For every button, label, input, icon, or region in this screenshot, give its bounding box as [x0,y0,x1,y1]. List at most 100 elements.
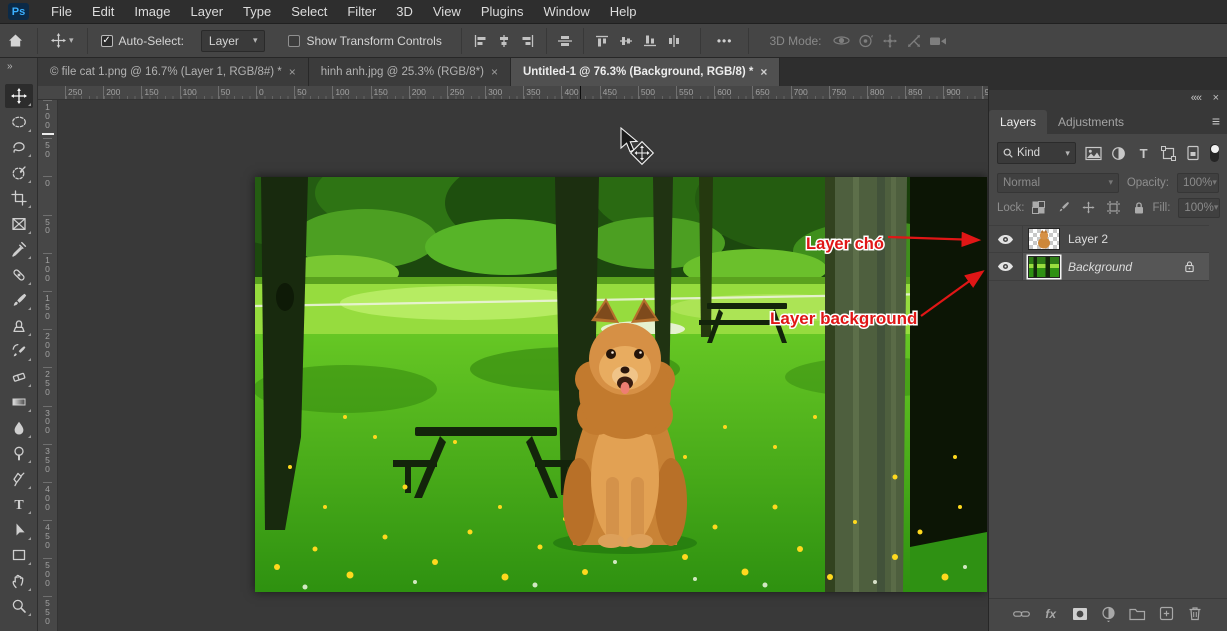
path-selection-tool[interactable] [5,518,33,542]
auto-select-target-dropdown[interactable]: Layer ▾ [201,30,266,52]
menu-item[interactable]: Window [533,0,599,24]
gradient-tool[interactable] [5,390,33,414]
canvas-image[interactable] [255,177,987,592]
lock-all-icon[interactable] [1131,200,1147,216]
lock-pixels-icon[interactable] [1056,200,1072,216]
new-layer-button[interactable] [1159,605,1175,623]
auto-select-checkbox[interactable]: ✓ Auto-Select: [94,27,191,55]
layer-row-background[interactable]: Background [989,253,1209,281]
distribute-horizontal-centers-button[interactable] [662,30,686,52]
filter-pixel-layers-icon[interactable] [1085,144,1102,162]
filter-adjustment-layers-icon[interactable] [1111,144,1127,162]
object-selection-tool[interactable] [5,161,33,185]
filter-type-layers-icon[interactable]: T [1136,144,1152,162]
horizontal-ruler[interactable]: 2502001501005005010015020025030035040045… [38,86,988,100]
lock-artboard-icon[interactable] [1106,200,1122,216]
spot-healing-brush-tool[interactable] [5,263,33,287]
filter-kind-dropdown[interactable]: Kind ▾ [997,142,1076,164]
hand-tool[interactable] [5,569,33,593]
layer-effects-button[interactable]: fx [1043,605,1059,623]
link-layers-button[interactable] [1013,605,1030,623]
align-top-edges-button[interactable] [590,30,614,52]
menu-item[interactable]: Edit [82,0,124,24]
menu-item[interactable]: Plugins [471,0,534,24]
document-tab[interactable]: hinh anh.jpg @ 25.3% (RGB/8*) × [309,58,511,86]
align-horizontal-centers-button[interactable] [492,30,516,52]
blend-mode-dropdown[interactable]: Normal ▾ [997,173,1119,193]
document-tab[interactable]: Untitled-1 @ 76.3% (Background, RGB/8) *… [511,58,780,86]
3d-pan-icon[interactable] [878,30,902,52]
align-bottom-edges-button[interactable] [638,30,662,52]
more-options-button[interactable]: ••• [707,34,743,48]
close-tab-icon[interactable]: × [289,65,296,79]
show-transform-controls-checkbox[interactable]: Show Transform Controls [281,27,448,55]
visibility-toggle-background[interactable] [989,253,1023,280]
dodge-tool[interactable] [5,441,33,465]
document-tab[interactable]: © file cat 1.png @ 16.7% (Layer 1, RGB/8… [38,58,309,86]
collapse-panel-icon[interactable]: «« [1191,92,1201,104]
filter-smart-objects-icon[interactable] [1185,144,1201,162]
new-adjustment-layer-button[interactable] [1101,605,1117,623]
ruler-tick-label: 250 [447,86,485,99]
brush-tool[interactable] [5,288,33,312]
menu-item[interactable]: Layer [181,0,234,24]
panel-menu-icon[interactable]: ≡ [1212,113,1220,129]
history-brush-tool[interactable] [5,339,33,363]
menu-item[interactable]: File [41,0,82,24]
layer-name-layer2[interactable]: Layer 2 [1068,232,1108,246]
3d-orbit-icon[interactable] [830,30,854,52]
crop-tool[interactable] [5,186,33,210]
eraser-tool[interactable] [5,365,33,389]
menu-item[interactable]: Type [233,0,281,24]
filter-shape-layers-icon[interactable] [1161,144,1177,162]
clone-stamp-tool[interactable] [5,314,33,338]
menu-item[interactable]: Image [124,0,180,24]
zoom-tool[interactable] [5,594,33,618]
fill-field[interactable]: 100% ▾ [1178,198,1220,218]
distribute-vertical-centers-button[interactable] [553,30,577,52]
layer-thumbnail-layer2[interactable] [1028,228,1060,250]
close-tab-icon[interactable]: × [491,65,498,79]
vertical-ruler[interactable]: 10050050100150200250300350400450500550 [38,100,58,631]
3d-roll-icon[interactable] [854,30,878,52]
new-group-button[interactable] [1129,605,1146,623]
layer-thumbnail-background[interactable] [1028,256,1060,278]
lock-transparency-icon[interactable] [1031,200,1047,216]
toolbar-expand-icon[interactable]: » [0,58,37,84]
add-layer-mask-button[interactable] [1072,605,1088,623]
lock-position-icon[interactable] [1081,200,1097,216]
ruler-tick-label: 50 [43,138,52,176]
layer-row-layer2[interactable]: Layer 2 [989,225,1209,253]
3d-slide-icon[interactable] [902,30,926,52]
layer-name-background[interactable]: Background [1068,260,1132,274]
pen-tool[interactable] [5,467,33,491]
filter-toggle-switch[interactable] [1210,144,1219,162]
menu-item[interactable]: 3D [386,0,423,24]
rectangle-tool[interactable] [5,543,33,567]
marquee-tool[interactable] [5,110,33,134]
lasso-tool[interactable] [5,135,33,159]
move-tool[interactable] [5,84,33,108]
tab-layers[interactable]: Layers [989,110,1047,134]
menu-item[interactable]: Select [281,0,337,24]
align-left-edges-button[interactable] [468,30,492,52]
opacity-field[interactable]: 100% ▾ [1177,173,1219,193]
menu-item[interactable]: View [423,0,471,24]
align-right-edges-button[interactable] [516,30,540,52]
close-panel-icon[interactable]: × [1213,92,1219,104]
move-tool-preset-button[interactable]: ▾ [44,27,81,55]
blur-tool[interactable] [5,416,33,440]
home-button[interactable] [0,27,31,55]
visibility-toggle-layer2[interactable] [989,226,1023,252]
type-tool[interactable]: T [5,492,33,516]
align-vertical-centers-button[interactable] [614,30,638,52]
frame-tool[interactable] [5,212,33,236]
tab-adjustments[interactable]: Adjustments [1047,110,1135,134]
menu-item[interactable]: Help [600,0,647,24]
menu-item[interactable]: Filter [337,0,386,24]
eyedropper-tool[interactable] [5,237,33,261]
ruler-tick-label: 600 [714,86,752,99]
delete-layer-button[interactable] [1188,605,1204,623]
3d-camera-icon[interactable] [926,30,950,52]
close-tab-icon[interactable]: × [760,65,767,79]
